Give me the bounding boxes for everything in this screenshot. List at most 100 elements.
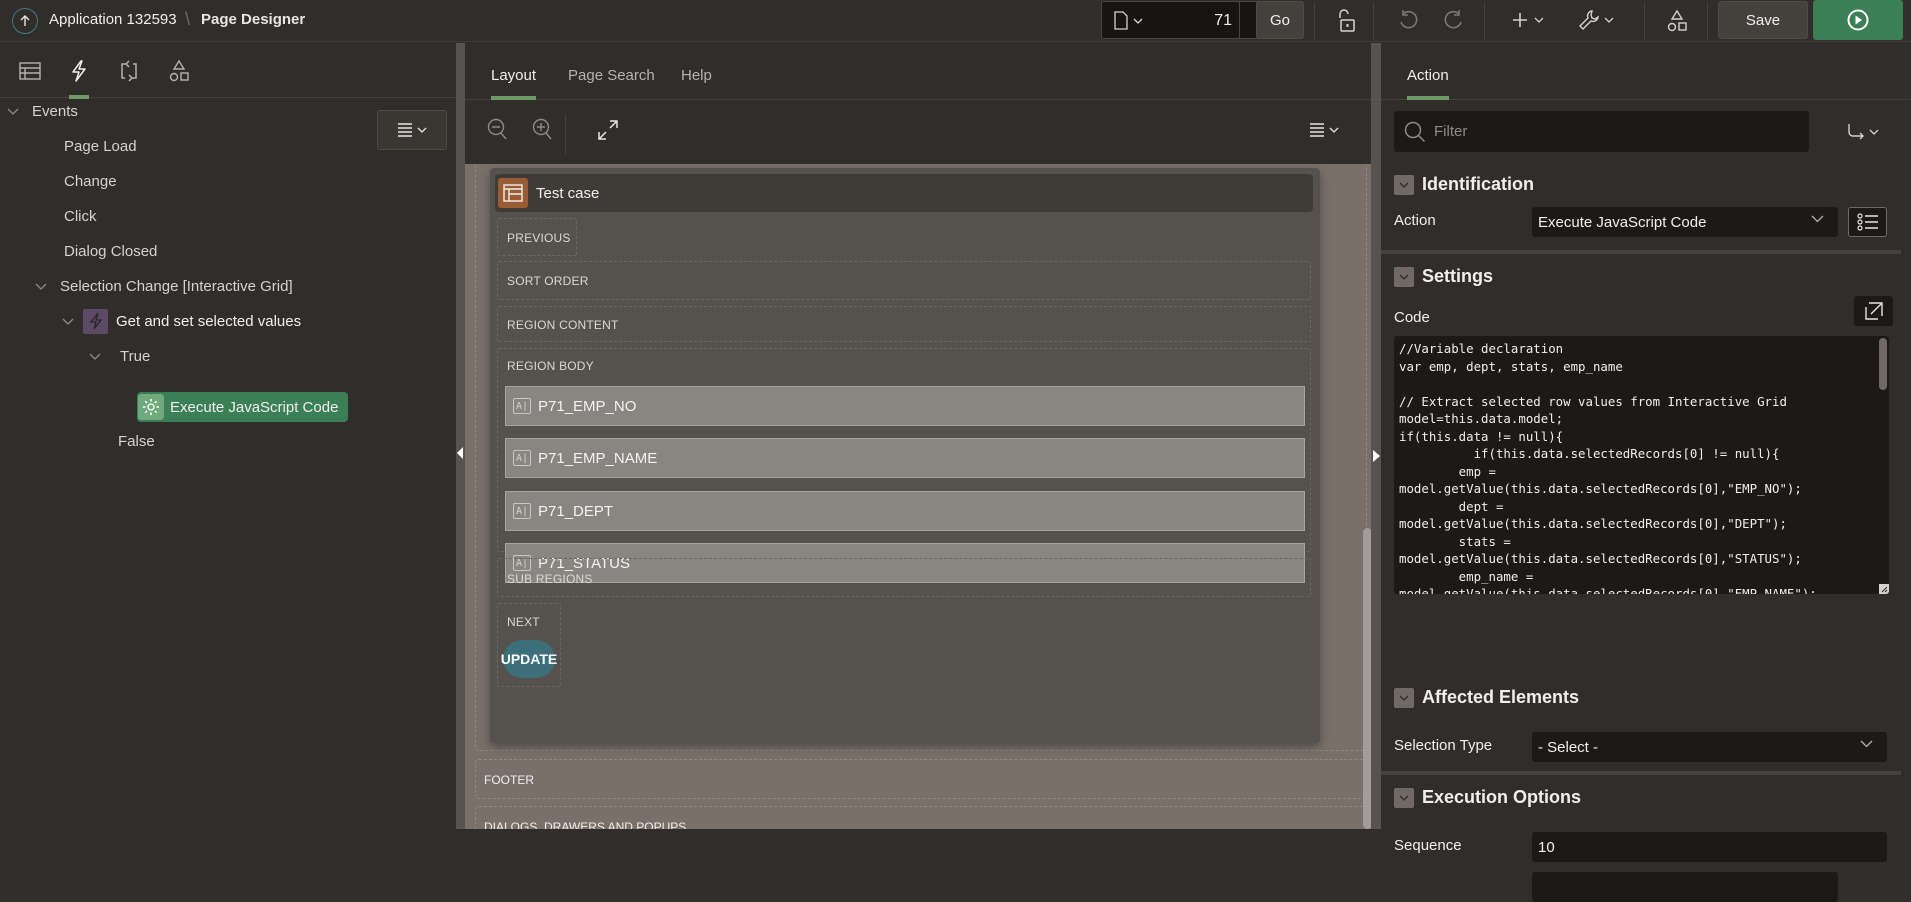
region-header[interactable]: Test case [495,174,1313,212]
layout-canvas[interactable]: Test case PREVIOUS SORT ORDER REGION CON… [465,164,1371,829]
sequence-label: Sequence [1394,837,1462,854]
save-button[interactable]: Save [1718,1,1808,39]
tab-help[interactable]: Help [681,67,712,84]
tree-node-event[interactable]: Page Load [64,132,137,160]
tab-processing[interactable] [113,57,145,85]
tree-node-event[interactable]: Change [64,167,117,195]
open-code-editor-button[interactable] [1854,296,1893,326]
property-tabs: Action [1381,43,1911,100]
slot-label: FOOTER [484,773,534,787]
tree-node-dynamic-action[interactable]: Get and set selected values [59,307,301,335]
collapse-button[interactable] [1394,174,1414,195]
expand-editor-icon [1864,302,1883,320]
text-field-icon: A| [513,503,531,519]
expand-toggle[interactable] [32,283,50,290]
collapse-button[interactable] [1394,266,1414,287]
page-item[interactable]: A| P71_EMP_NO [505,386,1305,426]
group-header[interactable]: Identification [1394,174,1534,195]
tree-node-true[interactable]: True [86,342,150,370]
page-number-input[interactable]: 71 [1192,12,1232,30]
slot-previous[interactable]: PREVIOUS [497,218,577,256]
tree-view-menu-button[interactable] [377,110,447,150]
tree-node-selected-action[interactable]: Execute JavaScript Code [137,392,349,422]
slot-region-content[interactable]: REGION CONTENT [497,306,1311,342]
chevron-down-icon [1329,127,1339,133]
page-item[interactable]: A| P71_EMP_NAME [505,438,1305,478]
region-icon [498,178,528,208]
right-splitter[interactable] [1371,43,1381,829]
slot-dialogs-drawers-popups[interactable]: DIALOGS, DRAWERS AND POPUPS [475,806,1367,829]
expand-toggle[interactable] [59,318,77,325]
selection-type-select[interactable]: - Select - [1532,732,1887,762]
toolbar-divider [1707,2,1708,40]
collapse-button[interactable] [1394,687,1414,708]
selection-type-label: Selection Type [1394,737,1493,754]
go-to-group-button[interactable] [1847,123,1879,141]
tab-page-search[interactable]: Page Search [568,67,655,84]
tab-action[interactable]: Action [1407,67,1449,100]
expand-toggle[interactable] [4,108,22,115]
expand-icon [598,120,618,140]
tab-layout[interactable]: Layout [491,67,537,100]
action-select[interactable]: Execute JavaScript Code [1532,207,1838,237]
next-property-field[interactable] [1532,872,1838,902]
create-menu-button[interactable] [1512,12,1544,28]
tab-rendering[interactable] [14,57,46,85]
slot-label: SUB REGIONS [507,572,593,586]
collapse-left-icon[interactable] [457,447,464,459]
region-test-case[interactable]: Test case PREVIOUS SORT ORDER REGION CON… [490,168,1320,743]
group-header[interactable]: Settings [1394,266,1493,287]
page-picker-button[interactable] [1114,11,1143,30]
run-page-button[interactable] [1813,0,1903,40]
tab-shared[interactable] [163,57,195,85]
shared-components-button[interactable] [1666,9,1688,33]
update-button[interactable]: UPDATE [501,640,557,678]
redo-button[interactable] [1443,9,1465,31]
slot-next[interactable]: NEXT UPDATE [497,603,561,687]
collapse-button[interactable] [1394,787,1414,808]
menu-icon [398,123,412,137]
tree-node-events[interactable]: Events [4,97,78,125]
zoom-in-button[interactable] [532,118,554,142]
undo-button[interactable] [1397,9,1419,31]
slot-sort-order[interactable]: SORT ORDER [497,261,1311,300]
code-scrollbar[interactable] [1879,338,1887,390]
utilities-menu-button[interactable] [1578,9,1614,31]
filter-input[interactable]: Filter [1394,111,1809,152]
shared-components-icon [1667,9,1687,32]
app-home-button[interactable] [12,8,38,34]
layout-toolbar [465,100,1371,163]
tab-dynamic-actions[interactable] [63,57,95,99]
expand-toggle[interactable] [86,353,104,360]
lightning-icon [72,60,86,82]
expand-button[interactable] [598,120,618,140]
tree-node-event[interactable]: Dialog Closed [64,237,157,265]
tree-node-selection-change[interactable]: Selection Change [Interactive Grid] [32,272,293,300]
slot-label: REGION BODY [507,359,594,373]
selected-action-node[interactable]: Execute JavaScript Code [137,392,349,422]
slot-label: DIALOGS, DRAWERS AND POPUPS [484,820,687,829]
group-header[interactable]: Affected Elements [1394,687,1579,708]
code-editor[interactable]: //Variable declaration var emp, dept, st… [1394,336,1889,594]
group-header[interactable]: Execution Options [1394,787,1581,808]
lightning-icon [89,312,102,330]
sequence-input[interactable]: 10 [1532,832,1887,862]
breadcrumb-application[interactable]: Application 132593 [49,11,177,28]
left-splitter[interactable] [456,43,465,829]
resize-handle-icon[interactable] [1879,584,1889,594]
slot-footer[interactable]: FOOTER [475,759,1367,799]
gear-icon [138,394,164,420]
zoom-out-button[interactable] [487,118,509,142]
tree-node-false[interactable]: False [118,427,155,455]
collapse-right-icon[interactable] [1373,450,1380,462]
list-of-values-button[interactable] [1848,207,1887,237]
breadcrumb-separator: \ [185,9,191,29]
lock-page-button[interactable] [1336,9,1358,33]
tree-node-event[interactable]: Click [64,202,97,230]
chevron-down-icon [1869,129,1879,135]
slot-region-body[interactable]: REGION BODY A| P71_EMP_NO A| P71_EMP_NAME … [497,348,1311,583]
slot-sub-regions[interactable]: SUB REGIONS [497,558,1311,597]
layout-menu-button[interactable] [1309,123,1339,137]
go-button[interactable]: Go [1256,1,1304,39]
page-item[interactable]: A| P71_DEPT [505,491,1305,531]
